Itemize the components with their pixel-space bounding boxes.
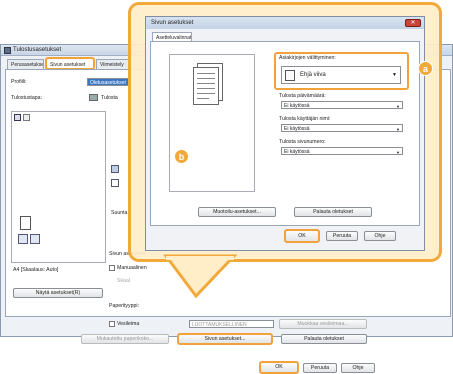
callout-pointer [163,254,238,298]
print-date-value: Ei käytössä [284,103,310,109]
preview-page-front [193,67,219,105]
page-number-label: Tulosta sivunumero: [279,139,326,145]
badge-a: a [418,61,433,76]
watermark-value: LUOTTAMUKSELLINEN [192,322,247,328]
printer-icon [89,94,98,101]
watermark-checkbox[interactable] [109,321,115,327]
dialog-titlebar: Sivun asetukset ✕ [146,17,424,29]
page-settings-dialog: Sivun asetukset ✕ Asetteluvalinnat Asiak… [145,16,425,251]
print-user-value: Ei käytössä [284,126,310,132]
dialog-ok-button[interactable]: OK [284,229,320,243]
tab-basic[interactable]: Perusasetukset [7,59,44,69]
dialog-help-button[interactable]: Ohje [364,231,396,241]
printer-app-icon [4,47,11,54]
scaling-label: Skaal [117,278,130,284]
chevron-down-icon: ▼ [396,150,400,155]
profile-select[interactable]: Oletusasetukset [87,78,131,86]
profile-label: Profiili: [11,79,27,85]
border-value: Ehjä viiva [300,72,326,78]
print-date-select[interactable]: Ei käytössä ▼ [281,101,403,109]
print-user-select[interactable]: Ei käytössä ▼ [281,124,403,132]
manual-scaling-label: Manuaalinen [117,265,147,271]
preview-area [11,111,106,263]
page-preview [169,54,255,192]
page-settings-button[interactable]: Sivun asetukset... [177,333,273,345]
orientation-landscape-icon[interactable] [111,179,119,187]
orientation-portrait-icon[interactable] [111,165,119,173]
watermark-select[interactable]: LUOTTAMUKSELLINEN [189,320,274,328]
ok-button[interactable]: OK [259,361,299,374]
page-number-value: Ei käytössä [284,149,310,155]
cancel-button[interactable]: Peruuta [303,363,337,373]
page-number-select[interactable]: Ei käytössä ▼ [281,147,403,155]
restore-defaults-button[interactable]: Palauta oletukset [281,334,367,344]
print-user-label: Tulosta käyttäjän nimi: [279,116,331,122]
tab-finishing[interactable]: Viimeistely [96,59,129,69]
orientation-label: Suunta [111,210,128,216]
help-button[interactable]: Ohje [341,363,375,373]
manual-scaling-checkbox[interactable] [109,265,115,271]
badge-b: b [174,149,189,164]
close-icon[interactable]: ✕ [405,19,421,27]
preview-caption: A4 [Skaalaus: Auto] [13,267,59,273]
layout-alt-icon[interactable] [23,114,30,121]
edit-watermark-button[interactable]: Muokkaa vesileimaa... [279,319,367,329]
watermark-label: Vesileima [117,321,140,327]
dialog-title: Sivun asetukset [151,20,194,26]
show-settings-button[interactable]: Näytä asetukset(R) [13,288,103,298]
chevron-down-icon: ▼ [392,72,397,78]
page-stack-icon [20,216,31,230]
chevron-down-icon: ▼ [396,127,400,132]
border-label: Asiakirjojen välittyminen: [279,55,336,61]
window-title: Tulostusasetukset [13,47,62,53]
output-method-label: Tulostustapa: [11,95,42,101]
border-style-icon [285,70,295,81]
border-select[interactable]: Ehjä viiva ▼ [281,66,401,84]
format-settings-button[interactable]: Muotoilu-asetukset... [198,207,276,217]
custom-paper-size-button[interactable]: Mukautettu paperikoko... [81,334,169,344]
single-page-button[interactable] [18,234,28,244]
profile-value: Oletusasetukset [90,80,126,86]
print-date-label: Tulosta päivämäärä: [279,93,326,99]
multi-page-button[interactable] [30,234,40,244]
dialog-restore-defaults-button[interactable]: Palauta oletukset [294,207,372,217]
layout-icon[interactable] [14,114,21,121]
chevron-down-icon: ▼ [396,104,400,109]
paper-type-label: Paperityyppi: [109,303,139,309]
dialog-cancel-button[interactable]: Peruuta [326,231,358,241]
output-method-value[interactable]: Tulosta [101,95,118,101]
